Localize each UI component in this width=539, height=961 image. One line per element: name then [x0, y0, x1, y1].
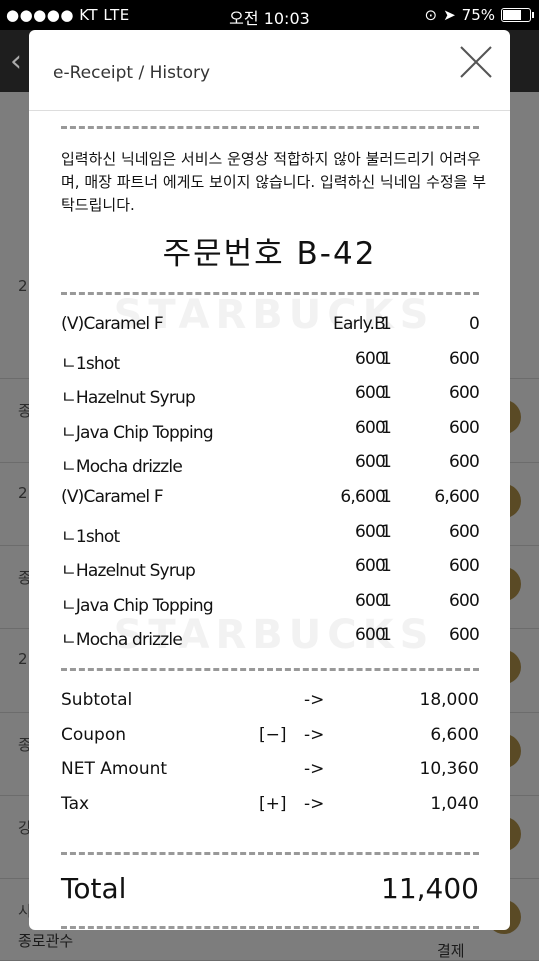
summary-value: 1,040 [430, 794, 479, 815]
receipt-item-row: ㄴHazelnut Syrup 600 1 600 [61, 550, 480, 585]
summary-value: 18,000 [419, 690, 479, 710]
item-quantity: 1 [381, 383, 392, 404]
item-total: 6,600 [434, 486, 479, 507]
summary-sign: [+] [259, 794, 287, 815]
summary-label: Tax [61, 794, 90, 815]
item-name: ㄴJava Chip Topping [61, 595, 214, 616]
battery-icon [501, 8, 534, 22]
item-name: ㄴHazelnut Syrup [61, 388, 196, 409]
receipt-modal: e-Receipt / History 입력하신 닉네임은 서비스 운영상 적합… [29, 30, 510, 930]
summary-arrow: -> [304, 724, 325, 745]
modal-header: e-Receipt / History [29, 30, 510, 111]
close-icon[interactable] [458, 44, 494, 80]
item-name: ㄴMocha drizzle [61, 630, 183, 651]
battery-percent: 75% [461, 6, 495, 24]
summary-label: NET Amount [61, 759, 168, 780]
item-list: (V)Caramel F Early.B 1 0 ㄴ1shot 600 1 600 ㄴHazel… [61, 308, 480, 654]
item-total: 600 [448, 383, 480, 404]
status-right: ⊙ ➤ 75% [424, 6, 534, 24]
summary-row: Tax [+] -> 1,040 [61, 789, 479, 824]
item-quantity: 1 [381, 452, 392, 473]
item-total: 600 [448, 590, 480, 611]
item-quantity: 1 [381, 556, 392, 577]
item-total: 600 [448, 348, 480, 369]
summary-sign: [−] [259, 724, 287, 745]
divider [61, 668, 479, 671]
total-value: 11,400 [381, 872, 479, 905]
item-quantity: 1 [381, 348, 392, 369]
total-label: Total [61, 872, 127, 905]
item-price: 6,600 [340, 486, 385, 507]
summary-label: Subtotal [61, 690, 133, 710]
total-row: Total 11,400 [61, 872, 479, 912]
receipt-item-row: ㄴHazelnut Syrup 600 1 600 [61, 377, 480, 412]
item-total: 600 [448, 625, 480, 646]
summary-row: Subtotal -> 18,000 [61, 685, 479, 720]
rotation-lock-icon: ⊙ [424, 6, 438, 24]
item-quantity: 1 [381, 417, 392, 438]
summary-row: Coupon [−] -> 6,600 [61, 720, 479, 755]
receipt-item-row: ㄴ1shot 600 1 600 [61, 343, 480, 378]
summary-arrow: -> [304, 690, 325, 710]
summary-label: Coupon [61, 724, 127, 745]
receipt-item-row: ㄴJava Chip Topping 600 1 600 [61, 412, 480, 447]
summary-list: Subtotal -> 18,000 Coupon [−] -> 6,600 NET Amou… [61, 685, 479, 824]
receipt-item-row: (V)Caramel F Early.B 1 0 [61, 308, 480, 343]
receipt-item-row: (V)Caramel F 6,600 1 6,600 [61, 481, 480, 516]
item-quantity: 1 [381, 486, 392, 507]
item-name: ㄴ1shot [61, 526, 120, 547]
summary-row: NET Amount -> 10,360 [61, 754, 479, 789]
back-chevron-icon[interactable]: ‹ [10, 44, 22, 79]
item-total: 600 [448, 417, 480, 438]
item-quantity: 1 [381, 314, 392, 334]
item-quantity: 1 [381, 521, 392, 542]
divider [61, 852, 479, 855]
divider [61, 126, 479, 129]
background-row-label: 2 [18, 484, 28, 502]
item-quantity: 1 [381, 625, 392, 646]
item-total: 600 [448, 452, 480, 473]
background-row-label: 2 [18, 650, 28, 668]
order-number: 주문번호 B-42 [162, 236, 377, 272]
background-store-name: 종로관수 [18, 932, 74, 950]
item-total: 0 [468, 314, 480, 334]
modal-title: e-Receipt / History [53, 63, 211, 83]
summary-arrow: -> [304, 794, 325, 815]
summary-arrow: -> [304, 759, 325, 780]
item-total: 600 [448, 556, 480, 577]
background-row-label: 2 [18, 277, 28, 295]
divider [61, 926, 479, 929]
battery-fill [503, 10, 521, 20]
location-icon: ➤ [443, 6, 456, 24]
item-price: Early.B [333, 314, 386, 334]
receipt-item-row: ㄴMocha drizzle 600 1 600 [61, 446, 480, 481]
item-name: ㄴ1shot [61, 353, 120, 374]
background-pay-label: 결제 [437, 942, 465, 960]
item-name: (V)Caramel F [61, 486, 164, 507]
item-name: ㄴMocha drizzle [61, 457, 183, 478]
item-total: 600 [448, 521, 480, 542]
status-bar: ●●●●● KT LTE 오전 10:03 ⊙ ➤ 75% [0, 0, 539, 30]
item-name: ㄴHazelnut Syrup [61, 561, 196, 582]
summary-value: 6,600 [430, 724, 479, 745]
item-name: ㄴJava Chip Topping [61, 422, 214, 443]
receipt-item-row: ㄴMocha drizzle 600 1 600 [61, 619, 480, 654]
nickname-notice: 입력하신 닉네임은 서비스 운영상 적합하지 않아 불러드리기 어려우며, 매장… [61, 150, 487, 214]
receipt-item-row: ㄴ1shot 600 1 600 [61, 516, 480, 551]
summary-value: 10,360 [419, 759, 479, 780]
receipt-item-row: ㄴJava Chip Topping 600 1 600 [61, 585, 480, 620]
item-quantity: 1 [381, 590, 392, 611]
item-name: (V)Caramel F [61, 314, 164, 334]
